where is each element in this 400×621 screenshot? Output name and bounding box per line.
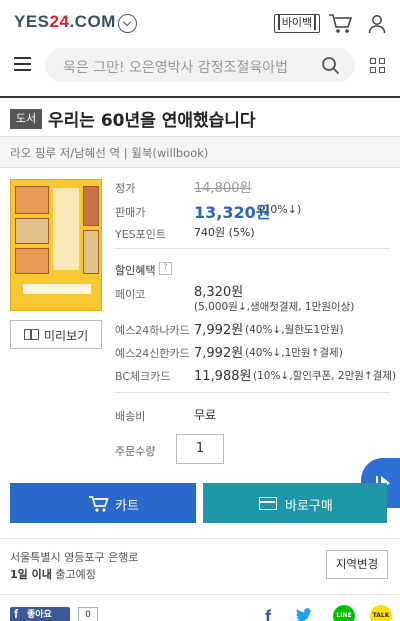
discount-label-payco: 페이코 [115, 288, 146, 301]
facebook-like-label: 좋아요 [27, 610, 52, 620]
delivery-eta-bold: 1일 이내 [10, 568, 52, 581]
list-price: 14,800원 [194, 181, 252, 196]
discount-heading: 할인혜택 [115, 264, 156, 277]
page-title: 우리는 60년을 연애했습니다 [48, 111, 256, 131]
quantity-input[interactable]: 1 [176, 434, 224, 464]
search-input[interactable]: 욱은 그만! 오은영박사 감정조절육아법 [45, 48, 355, 82]
facebook-like-button[interactable]: f 좋아요 [10, 607, 70, 621]
discount-amount-hana: 7,992원 [194, 323, 244, 338]
shipping-fee-label: 배송비 [115, 410, 146, 423]
divider [115, 392, 390, 393]
title-bar: 도서 우리는 60년을 연애했습니다 [0, 96, 400, 136]
buy-now-label: 바로구매 [285, 499, 333, 514]
svg-text:f: f [265, 607, 272, 621]
points-value: 740원 (5%) [194, 226, 255, 239]
book-open-icon [24, 329, 39, 340]
book-cover[interactable] [10, 179, 102, 311]
sale-price-label: 판매가 [115, 206, 146, 219]
list-price-label: 정가 [115, 182, 136, 195]
search-row: 욱은 그만! 오은영박사 감정조절육아법 [0, 46, 400, 86]
buyback-button[interactable]: 바이백 [274, 14, 320, 33]
kakaotalk-icon[interactable]: TALK [370, 605, 392, 621]
delivery-eta: 1일 이내 출고예정 [10, 566, 96, 582]
delivery-eta-rest: 출고예정 [51, 568, 96, 581]
category-badge: 도서 [10, 109, 42, 129]
discount-label-bc: BC체크카드 [115, 370, 171, 383]
chevron-down-icon[interactable] [118, 14, 137, 33]
line-icon[interactable]: LINE [333, 605, 355, 621]
help-icon[interactable]: ? [159, 262, 172, 275]
search-icon[interactable] [321, 56, 340, 75]
discount-label-shinhan: 예스24신한카드 [115, 347, 190, 360]
buy-now-button[interactable]: 바로구매 [203, 483, 387, 523]
discount-amount-payco: 8,320원 [194, 285, 244, 300]
preview-label: 미리보기 [44, 329, 89, 343]
menu-icon[interactable] [14, 57, 31, 72]
author-bar: 라오 핑루 저/남혜선 역 | 윌북(willbook) [0, 136, 400, 168]
logo-text-com: .COM [69, 12, 116, 31]
points-label: YES포인트 [115, 228, 167, 241]
sale-discount: (10%↓) [259, 203, 302, 216]
cart-icon[interactable] [328, 13, 352, 35]
quantity-label: 주문수량 [115, 445, 156, 458]
search-placeholder: 욱은 그만! 오은영박사 감정조절육아법 [63, 60, 289, 76]
preview-button[interactable]: 미리보기 [10, 320, 102, 349]
top-bar: YES24.COM 바이백 [0, 0, 400, 46]
cart-button-label: 카트 [115, 499, 139, 514]
change-region-button[interactable]: 지역변경 [326, 550, 388, 579]
cart-button[interactable]: 카트 [10, 483, 196, 523]
card-icon [259, 497, 277, 510]
discount-label-hana: 예스24하나카드 [115, 324, 190, 337]
discount-note-bc: (10%↓,할인쿠폰, 2만원↑결제) [253, 370, 397, 382]
discount-note-payco: (5,000원↓,생애첫결제, 1만원이상) [194, 301, 355, 313]
logo-text-24: 24 [49, 12, 70, 31]
divider [0, 538, 400, 539]
delivery-address: 서울특별시 영등포구 은행로 [10, 551, 139, 564]
twitter-icon[interactable] [293, 605, 315, 621]
author-line[interactable]: 라오 핑루 저/남혜선 역 | 윌북(willbook) [10, 145, 208, 161]
yes24-logo[interactable]: YES24.COM [14, 12, 116, 32]
shipping-fee: 무료 [194, 408, 217, 422]
discount-note-shinhan: (40%↓,1만원↑결제) [245, 347, 343, 359]
facebook-share-icon[interactable]: f [258, 605, 280, 621]
discount-note-hana: (40%↓,월한도1만원) [245, 324, 344, 336]
discount-amount-shinhan: 7,992원 [194, 346, 244, 361]
user-icon[interactable] [368, 14, 386, 34]
facebook-like-count: 0 [78, 607, 98, 621]
cart-icon [89, 496, 109, 512]
logo-text-yes: YES [14, 12, 50, 31]
discount-amount-bc: 11,988원 [194, 369, 252, 384]
facebook-icon: f [14, 607, 18, 621]
divider [115, 248, 390, 249]
divider [0, 594, 400, 595]
grid-menu-icon[interactable] [370, 58, 386, 74]
